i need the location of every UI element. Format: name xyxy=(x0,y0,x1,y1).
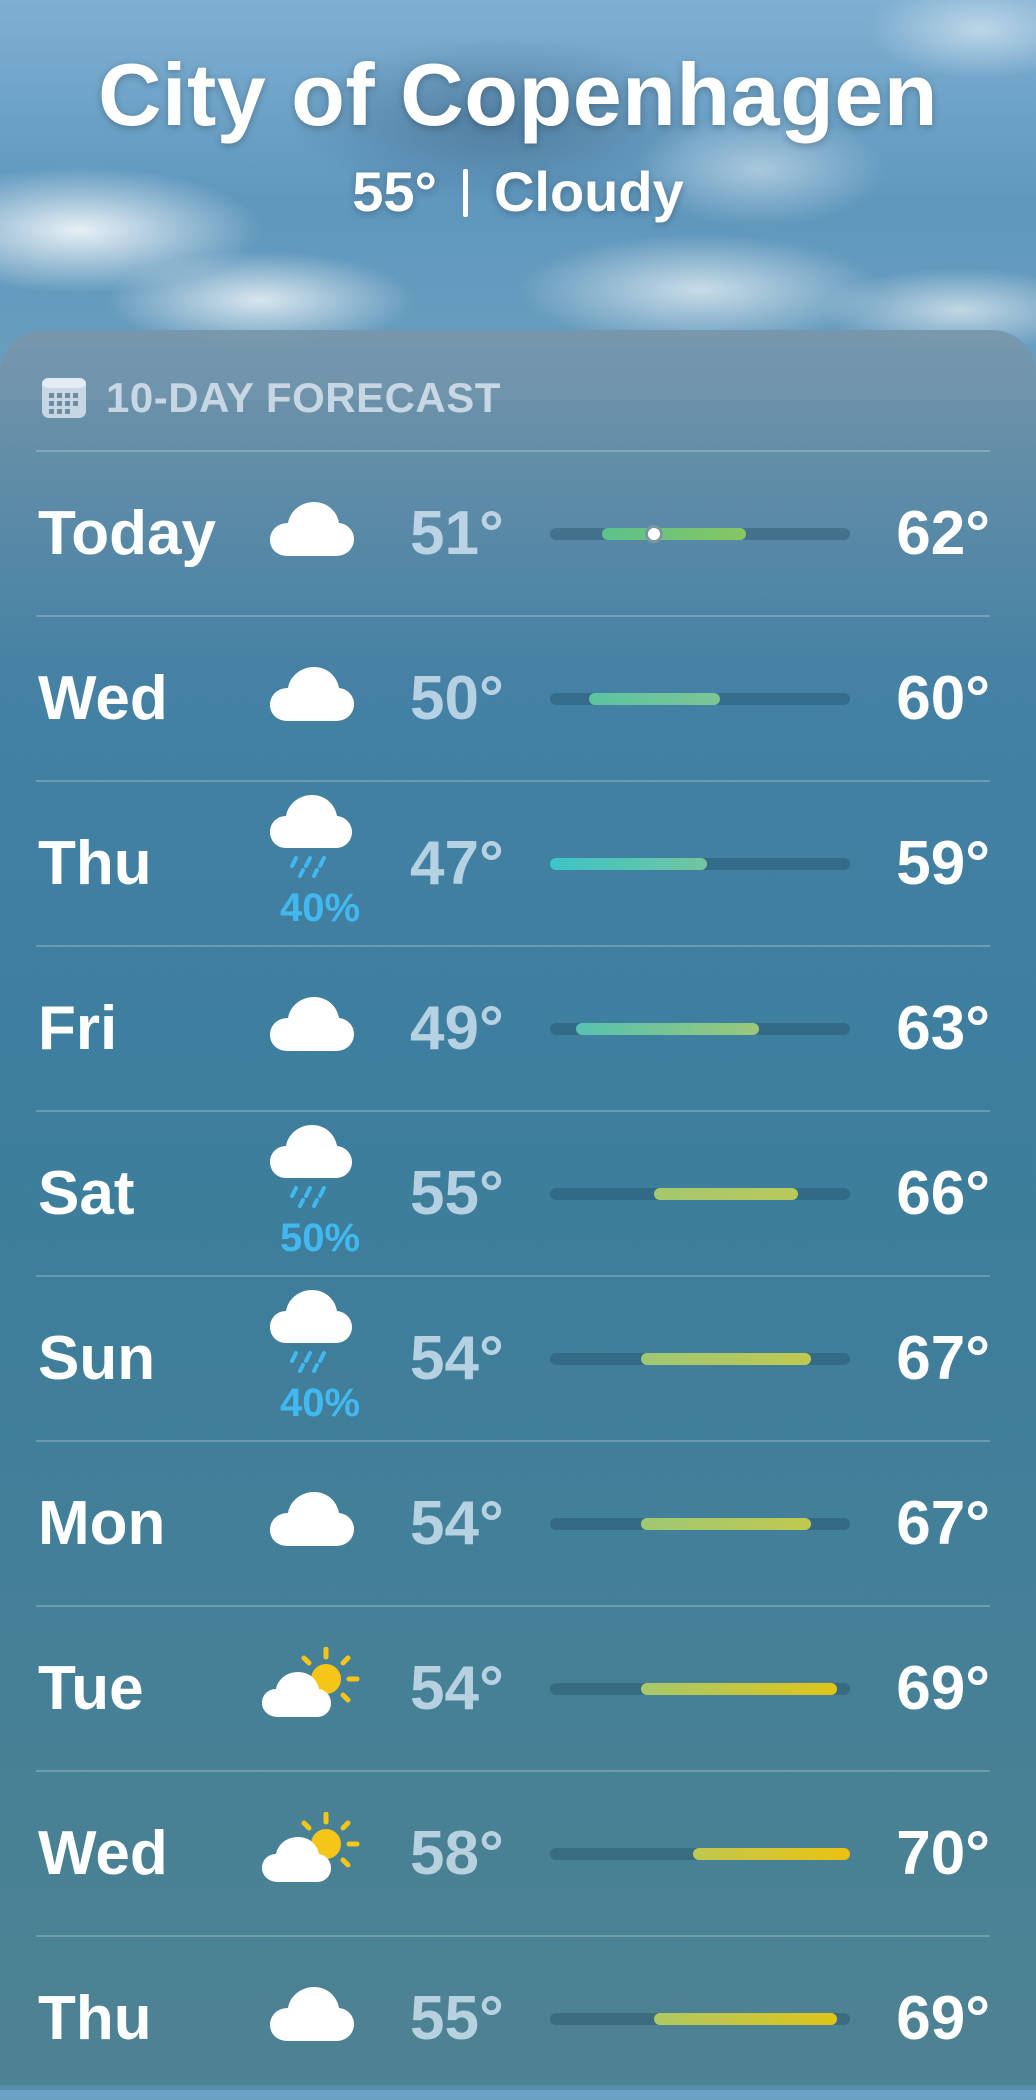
cloud-rain-icon xyxy=(270,1125,352,1208)
day-label: Sat xyxy=(38,1159,135,1228)
cloud-sun-icon xyxy=(262,1812,360,1882)
low-temperature: 55° xyxy=(410,1159,504,1228)
precipitation-chance: 40% xyxy=(279,1381,361,1425)
high-temperature: 69° xyxy=(896,1984,990,2053)
precipitation-chance: 50% xyxy=(279,1216,361,1260)
temperature-range-bar xyxy=(550,858,850,870)
day-label: Thu xyxy=(38,829,152,898)
precipitation-chance: 40% xyxy=(279,886,361,930)
day-label: Thu xyxy=(38,1984,152,2053)
high-temperature: 59° xyxy=(896,829,990,898)
current-temperature: 55° xyxy=(352,160,437,223)
cloud-icon xyxy=(270,997,354,1051)
temperature-range-bar xyxy=(550,1683,850,1695)
weather-icon-container xyxy=(262,1607,372,1770)
forecast-row[interactable]: Wed 58° 70° xyxy=(36,1770,990,1935)
temperature-range-fill xyxy=(641,1683,837,1695)
calendar-icon xyxy=(42,378,86,418)
temperature-range-fill xyxy=(641,1518,811,1530)
temperature-range-fill xyxy=(550,858,707,870)
forecast-list: Today 51° 62° Wed 50° 60° Thu 40% 47° 59° Fri 49° 63… xyxy=(36,450,990,2100)
current-temperature-marker xyxy=(645,525,664,543)
high-temperature: 60° xyxy=(896,664,990,733)
low-temperature: 50° xyxy=(410,664,504,733)
day-label: Sun xyxy=(38,1324,156,1393)
low-temperature: 54° xyxy=(410,1654,504,1723)
cloud-rain-icon xyxy=(270,795,352,878)
weather-icon-container xyxy=(262,452,372,615)
high-temperature: 70° xyxy=(896,1819,990,1888)
temperature-range-fill xyxy=(602,528,746,540)
temperature-range-bar xyxy=(550,1518,850,1530)
day-label: Mon xyxy=(38,1489,166,1558)
weather-icon-container: 40% xyxy=(262,1277,372,1440)
forecast-row[interactable]: Tue 54° 69° xyxy=(36,1605,990,1770)
high-temperature: 67° xyxy=(896,1489,990,1558)
cloud-icon xyxy=(270,1987,354,2041)
forecast-row[interactable]: Thu 40% 47° 59° xyxy=(36,780,990,945)
low-temperature: 54° xyxy=(410,1324,504,1393)
high-temperature: 63° xyxy=(896,994,990,1063)
forecast-row[interactable]: Wed 50° 60° xyxy=(36,615,990,780)
weather-icon-container xyxy=(262,1937,372,2100)
cloud-rain-icon xyxy=(270,1290,352,1373)
temperature-range-fill xyxy=(589,693,720,705)
separator xyxy=(462,169,468,217)
day-label: Fri xyxy=(38,994,118,1063)
low-temperature: 55° xyxy=(410,1984,504,2053)
high-temperature: 67° xyxy=(896,1324,990,1393)
weather-icon-container xyxy=(262,1442,372,1605)
current-condition: Cloudy xyxy=(493,160,684,223)
forecast-card-header: 10-DAY FORECAST xyxy=(40,370,501,426)
forecast-row[interactable]: Fri 49° 63° xyxy=(36,945,990,1110)
temperature-range-fill xyxy=(654,2013,837,2025)
forecast-row[interactable]: Sat 50% 55° 66° xyxy=(36,1110,990,1275)
temperature-range-bar xyxy=(550,1023,850,1035)
weather-icon-container: 40% xyxy=(262,782,372,945)
ten-day-forecast-card[interactable]: 10-DAY FORECAST Today 51° 62° Wed 50° 60° Thu 4… xyxy=(0,330,1036,2090)
temperature-range-fill xyxy=(576,1023,759,1035)
low-temperature: 51° xyxy=(410,499,504,568)
low-temperature: 49° xyxy=(410,994,504,1063)
temperature-range-bar xyxy=(550,693,850,705)
day-label: Today xyxy=(38,499,216,568)
low-temperature: 54° xyxy=(410,1489,504,1558)
temperature-range-fill xyxy=(641,1353,811,1365)
location-header: City of Copenhagen 55° Cloudy xyxy=(0,40,1036,228)
weather-icon-container: 50% xyxy=(262,1112,372,1275)
day-label: Wed xyxy=(38,1819,168,1888)
cloud-icon xyxy=(270,502,354,556)
low-temperature: 47° xyxy=(410,829,504,898)
weather-icon-container xyxy=(262,947,372,1110)
temperature-range-bar xyxy=(550,525,850,543)
day-label: Tue xyxy=(38,1654,144,1723)
day-label: Wed xyxy=(38,664,168,733)
temperature-range-bar xyxy=(550,1188,850,1200)
current-summary: 55° Cloudy xyxy=(0,156,1036,228)
cloud-sun-icon xyxy=(262,1647,360,1717)
temperature-range-bar xyxy=(550,1353,850,1365)
temperature-range-bar xyxy=(550,2013,850,2025)
forecast-row[interactable]: Sun 40% 54° 67° xyxy=(36,1275,990,1440)
weather-icon-container xyxy=(262,617,372,780)
city-name: City of Copenhagen xyxy=(97,45,939,144)
weather-icon-container xyxy=(262,1772,372,1935)
low-temperature: 58° xyxy=(410,1819,504,1888)
forecast-card-title: 10-DAY FORECAST xyxy=(106,374,501,421)
forecast-row[interactable]: Thu 55° 69° xyxy=(36,1935,990,2100)
cloud-icon xyxy=(270,667,354,721)
high-temperature: 66° xyxy=(896,1159,990,1228)
forecast-row[interactable]: Today 51° 62° xyxy=(36,450,990,615)
forecast-row[interactable]: Mon 54° 67° xyxy=(36,1440,990,1605)
temperature-range-fill xyxy=(693,1848,850,1860)
temperature-range-fill xyxy=(654,1188,798,1200)
high-temperature: 62° xyxy=(896,499,990,568)
high-temperature: 69° xyxy=(896,1654,990,1723)
temperature-range-bar xyxy=(550,1848,850,1860)
cloud-icon xyxy=(270,1492,354,1546)
